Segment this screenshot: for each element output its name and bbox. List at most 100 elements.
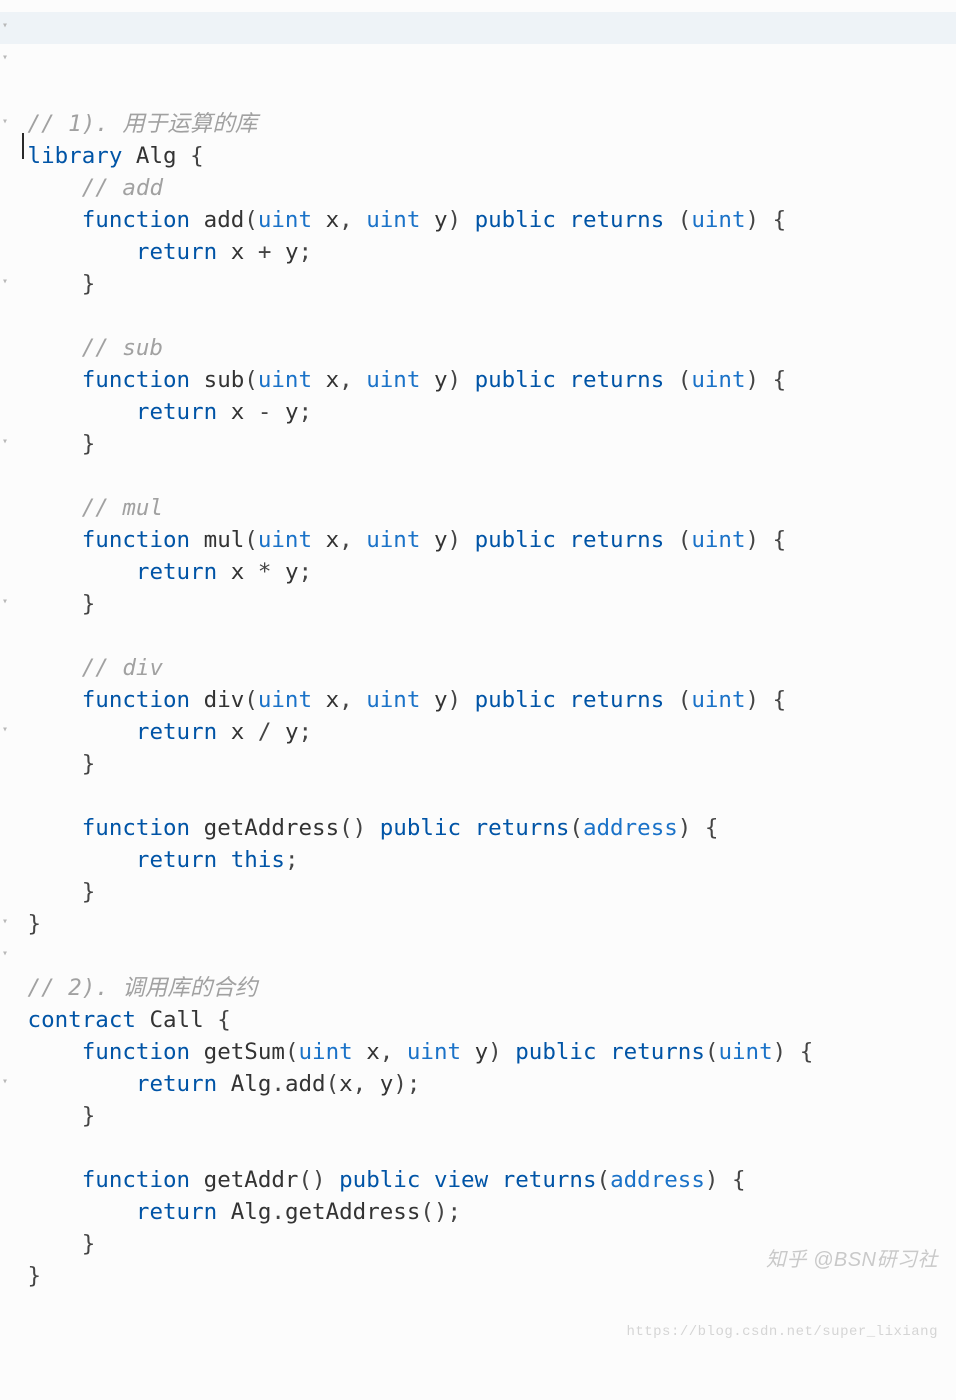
token-punct: (); [420,1199,461,1225]
token-punct [190,207,204,233]
token-punct [597,1039,611,1065]
token-comment: // add [82,175,163,201]
token-punct [420,207,434,233]
token-ident: Alg [231,1071,272,1097]
token-punct: , [339,687,366,713]
token-punct [217,1071,231,1097]
token-type: uint [718,1039,772,1065]
token-ident: x [366,1039,380,1065]
token-op: - [258,399,272,425]
token-comment: // mul [82,495,163,521]
token-punct: ) { [705,1167,746,1193]
token-keyword: returns [569,367,664,393]
token-punct: ; [298,399,312,425]
fold-marker-icon[interactable] [2,1068,10,1100]
token-punct [122,143,136,169]
token-punct: ( [664,527,691,553]
token-ident: y [380,1071,394,1097]
token-punct [312,687,326,713]
token-punct: } [28,911,42,937]
token-punct: ( [244,687,258,713]
token-ident: getSum [204,1039,285,1065]
token-punct [190,367,204,393]
token-punct: } [82,271,96,297]
token-punct [556,687,570,713]
token-ident: x [231,559,245,585]
token-punct [271,399,285,425]
token-punct: ( [664,687,691,713]
token-type: uint [691,527,745,553]
watermark-line2: https://blog.csdn.net/super_lixiang [626,1320,938,1344]
token-punct [556,367,570,393]
token-punct: ( [664,207,691,233]
token-punct: . [271,1199,285,1225]
token-ident: x [231,719,245,745]
fold-marker-icon[interactable] [2,44,10,76]
token-ident: mul [204,527,245,553]
token-ident: Call [149,1007,203,1033]
token-ident: y [285,719,299,745]
token-punct [244,239,258,265]
token-punct: } [82,1103,96,1129]
fold-marker-icon[interactable] [2,268,10,300]
token-punct: } [82,591,96,617]
fold-marker-icon[interactable] [2,716,10,748]
token-punct: { [177,143,204,169]
token-keyword: return [136,1071,217,1097]
token-keyword: function [82,367,190,393]
token-punct: , [380,1039,407,1065]
token-punct: ) { [773,1039,814,1065]
token-op: + [258,239,272,265]
token-ident: y [434,527,448,553]
token-punct [244,399,258,425]
token-type: uint [258,207,312,233]
token-keyword: returns [502,1167,597,1193]
token-punct: ; [298,719,312,745]
token-keyword: public [515,1039,596,1065]
token-punct: ) [488,1039,515,1065]
token-keyword: function [82,687,190,713]
token-punct: ); [393,1071,420,1097]
token-keyword: public [475,687,556,713]
fold-marker-icon[interactable] [2,940,10,972]
token-punct [190,687,204,713]
token-punct: ( [705,1039,719,1065]
token-ident: y [285,239,299,265]
token-punct [461,1039,475,1065]
token-ident: x [231,239,245,265]
token-ident: y [434,207,448,233]
fold-marker-icon[interactable] [2,12,10,44]
token-punct: () [298,1167,339,1193]
token-punct: () [339,815,380,841]
token-punct: ( [244,527,258,553]
token-ident: x [326,687,340,713]
token-type: uint [407,1039,461,1065]
token-type: uint [366,207,420,233]
token-punct [488,1167,502,1193]
token-ident: x [326,367,340,393]
token-punct [353,1039,367,1065]
token-punct [217,239,231,265]
token-punct: ( [597,1167,611,1193]
token-punct: } [82,431,96,457]
token-type: uint [258,527,312,553]
token-ident: getAddress [285,1199,420,1225]
token-punct [217,719,231,745]
token-ident: getAddress [204,815,339,841]
token-type: uint [366,687,420,713]
code-editor[interactable]: // 1). 用于运算的库 library Alg { // add funct… [0,0,956,1400]
token-punct [190,815,204,841]
fold-marker-icon[interactable] [2,428,10,460]
token-punct [420,1167,434,1193]
fold-marker-icon[interactable] [2,588,10,620]
fold-marker-icon[interactable] [2,908,10,940]
watermark: 知乎 @BSN研习社 https://blog.csdn.net/super_l… [626,1200,938,1392]
token-keyword: return [136,399,217,425]
fold-marker-icon[interactable] [2,108,10,140]
token-punct: } [28,1263,42,1289]
token-keyword: returns [475,815,570,841]
token-punct: . [271,1071,285,1097]
token-type: address [610,1167,705,1193]
token-punct [420,527,434,553]
token-type: uint [691,207,745,233]
